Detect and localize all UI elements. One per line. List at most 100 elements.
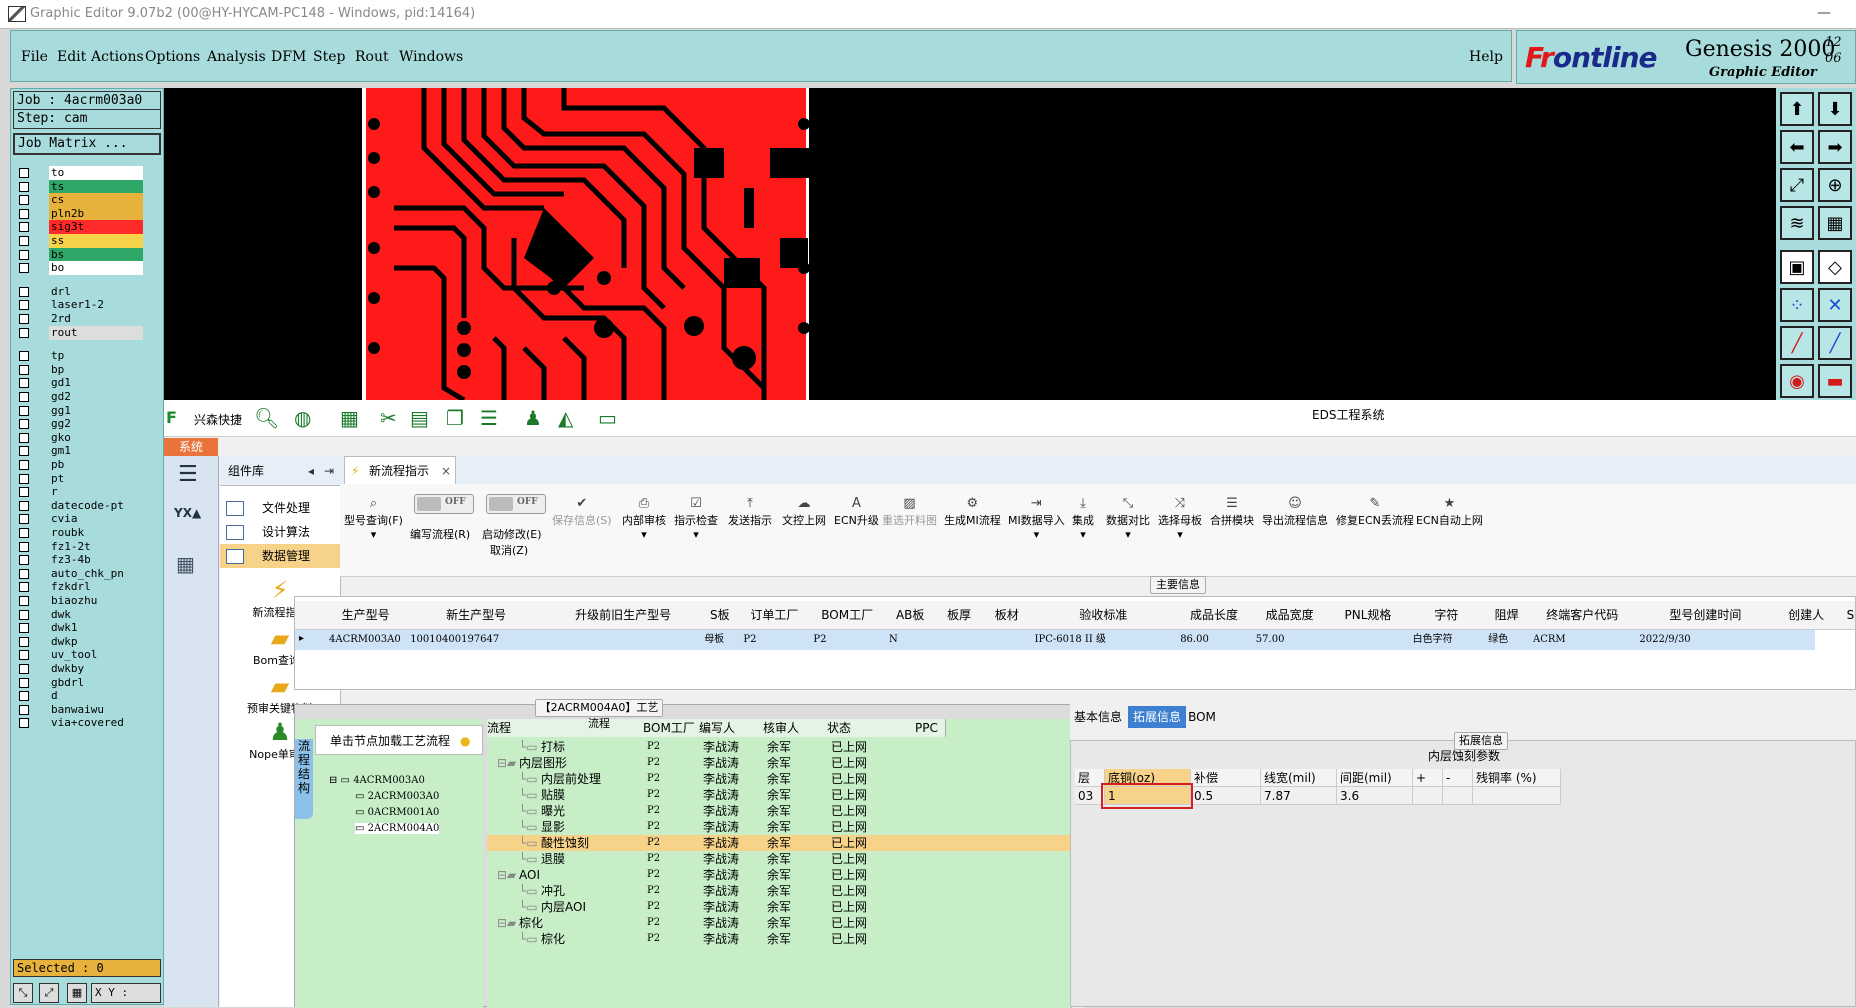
process-row[interactable]: └▭ 内层AOI P2 李战涛 余军 已上网 <box>487 899 1071 915</box>
grid-header[interactable]: PNL规格 <box>1327 601 1410 630</box>
layer-checkbox[interactable] <box>19 419 29 430</box>
check-button[interactable]: ☑ 指示检查 ▾ <box>674 496 718 541</box>
tree-node-root[interactable]: ⊟ ▭ 4ACRM003A0 <box>329 775 425 786</box>
layer-checkbox[interactable] <box>19 314 29 324</box>
layer-checkbox[interactable] <box>19 168 29 178</box>
internal-review-button[interactable]: ⎙ 内部审核 ▾ <box>622 496 666 541</box>
grid-header[interactable]: 升级前旧生产型号 <box>546 601 702 630</box>
menu-windows[interactable]: Windows <box>399 49 463 65</box>
menu-help[interactable]: Help <box>1469 49 1503 65</box>
grid-header[interactable]: 成品宽度 <box>1251 601 1329 630</box>
grid-header[interactable]: 字符 <box>1408 601 1486 630</box>
tool-zoom-out-icon[interactable]: ⤢ <box>1780 168 1814 202</box>
tool-cross-icon[interactable]: ✕ <box>1818 288 1852 322</box>
layer-checkbox[interactable] <box>19 555 29 566</box>
etch-header[interactable]: 残铜率 (%) <box>1473 769 1561 787</box>
process-row[interactable]: └▭ 曝光 P2 李战涛 余军 已上网 <box>487 803 1071 819</box>
layer-checkbox[interactable] <box>19 541 29 552</box>
process-row[interactable]: └▭ 酸性蚀刻 P2 李战涛 余军 已上网 <box>487 835 1071 851</box>
process-row[interactable]: └▭ 退膜 P2 李战涛 余军 已上网 <box>487 851 1071 867</box>
grid-cell[interactable]: 57.00 <box>1256 630 1328 650</box>
tool-draw-icon[interactable]: ◇ <box>1818 250 1852 284</box>
etch-cell[interactable]: 7.87 <box>1261 787 1337 805</box>
layer-checkbox[interactable] <box>19 392 29 402</box>
grid-cell[interactable] <box>1331 630 1408 650</box>
gen-mi-button[interactable]: ⚙ 生成MI流程 <box>944 496 1001 528</box>
layer-checkbox[interactable] <box>19 432 29 443</box>
tree-node-child[interactable]: ▭ 2ACRM003A0 <box>355 791 439 802</box>
layer-checkbox[interactable] <box>19 351 29 362</box>
tool-grid-icon[interactable]: ▦ <box>1818 206 1852 240</box>
process-header[interactable]: 编写人 <box>699 719 764 737</box>
process-header[interactable]: BOM工厂 <box>643 719 700 737</box>
pan-icon[interactable]: ⤡ <box>13 983 33 1003</box>
layer-checkbox[interactable] <box>19 236 29 246</box>
ecn-upgrade-button[interactable]: A ECN升级 <box>834 496 879 528</box>
lib-cat-algorithm[interactable]: 设计算法 <box>220 520 340 544</box>
repair-ecn-button[interactable]: ✎ 修复ECN丢流程 <box>1336 496 1414 528</box>
menu-actions[interactable]: Actions <box>91 49 144 65</box>
process-header[interactable]: PPC <box>915 719 946 737</box>
layer-checkbox[interactable] <box>19 181 29 192</box>
etch-header[interactable]: 补偿 <box>1191 769 1261 787</box>
search-icon[interactable]: 🔍︎ <box>254 408 279 428</box>
tab-extended-info[interactable]: 拓展信息 <box>1128 706 1186 728</box>
tree-node-child-selected[interactable]: ▭ 2ACRM004A0 <box>355 823 440 834</box>
layer-checkbox[interactable] <box>19 378 29 389</box>
doc-online-button[interactable]: ☁ 文控上网 <box>782 496 826 528</box>
grid-header[interactable]: 验收标准 <box>1030 601 1178 630</box>
grid-cell[interactable] <box>987 630 1031 650</box>
grid-header[interactable]: 板材 <box>983 601 1032 630</box>
close-tab-icon[interactable]: × <box>441 457 451 485</box>
layer-checkbox[interactable] <box>19 222 29 233</box>
table-icon[interactable]: ▦ <box>340 408 359 428</box>
layer-checkbox[interactable] <box>19 528 29 538</box>
layer-checkbox[interactable] <box>19 718 29 729</box>
process-row[interactable]: └▭ 内层前处理 P2 李战涛 余军 已上网 <box>487 771 1071 787</box>
export-flow-button[interactable]: ☺ 导出流程信息 <box>1262 496 1328 528</box>
pin-icon[interactable]: ⇥ <box>324 456 334 486</box>
merge-button[interactable]: ☰ 合拼模块 <box>1210 496 1254 528</box>
query-button[interactable]: ⌕ 型号查询(F) ▾ <box>344 496 403 541</box>
grid-cell[interactable] <box>939 630 983 650</box>
layer-checkbox[interactable] <box>19 473 29 484</box>
lib-cat-data[interactable]: 数据管理 <box>220 544 340 568</box>
grid-icon[interactable]: ▦ <box>67 983 87 1003</box>
process-row[interactable]: ⊟▰ 内层图形 P2 李战涛 余军 已上网 <box>487 755 1071 771</box>
grid-header[interactable]: AB板 <box>885 601 937 630</box>
grid-header[interactable]: 新生产型号 <box>406 601 548 630</box>
tool-nodes-icon[interactable]: ⁘ <box>1780 288 1814 322</box>
layer-checkbox[interactable] <box>19 249 29 260</box>
layer-checkbox[interactable] <box>19 691 29 702</box>
grid-header[interactable]: 订单工厂 <box>739 601 811 630</box>
grid-cell[interactable]: 10010400197647 <box>410 630 546 650</box>
etch-cell[interactable] <box>1413 787 1443 805</box>
monitor-icon[interactable]: ▭ <box>598 408 617 428</box>
calculator-icon[interactable]: ▦ <box>176 552 195 576</box>
menu-dfm[interactable]: DFM <box>271 49 306 65</box>
tab-basic-info[interactable]: 基本信息 <box>1070 706 1126 728</box>
process-header[interactable]: 流程 <box>487 719 644 737</box>
etch-header[interactable]: 间距(mil) <box>1337 769 1413 787</box>
layer-checkbox[interactable] <box>19 514 29 525</box>
globe-icon[interactable]: ◍ <box>294 408 311 428</box>
layer-checkbox[interactable] <box>19 609 29 620</box>
grid-cell[interactable]: IPC-6018 II 级 <box>1035 630 1177 650</box>
etch-cell[interactable] <box>1473 787 1561 805</box>
layer-checkbox[interactable] <box>19 286 29 297</box>
tool-move-right-icon[interactable]: ➡ <box>1818 130 1852 164</box>
integrate-button[interactable]: ⤓ 集成 ▾ <box>1072 496 1094 541</box>
layer-checkbox[interactable] <box>19 300 29 311</box>
layer-checkbox[interactable] <box>19 263 29 274</box>
grid-header[interactable]: 终端客户代码 <box>1529 601 1637 630</box>
menu-analysis[interactable]: Analysis <box>207 49 266 65</box>
grid-cell[interactable] <box>1841 630 1855 650</box>
grid-header[interactable]: 生产型号 <box>325 601 408 630</box>
system-tab[interactable]: 系统 <box>164 438 218 456</box>
layer-checkbox[interactable] <box>19 195 29 206</box>
collapse-icon[interactable]: ◂ <box>308 456 314 486</box>
layer-checkbox[interactable] <box>19 664 29 674</box>
layer-checkbox[interactable] <box>19 446 29 457</box>
etch-cell[interactable]: 0.5 <box>1191 787 1261 805</box>
tool-fill-icon[interactable]: ≋ <box>1780 206 1814 240</box>
